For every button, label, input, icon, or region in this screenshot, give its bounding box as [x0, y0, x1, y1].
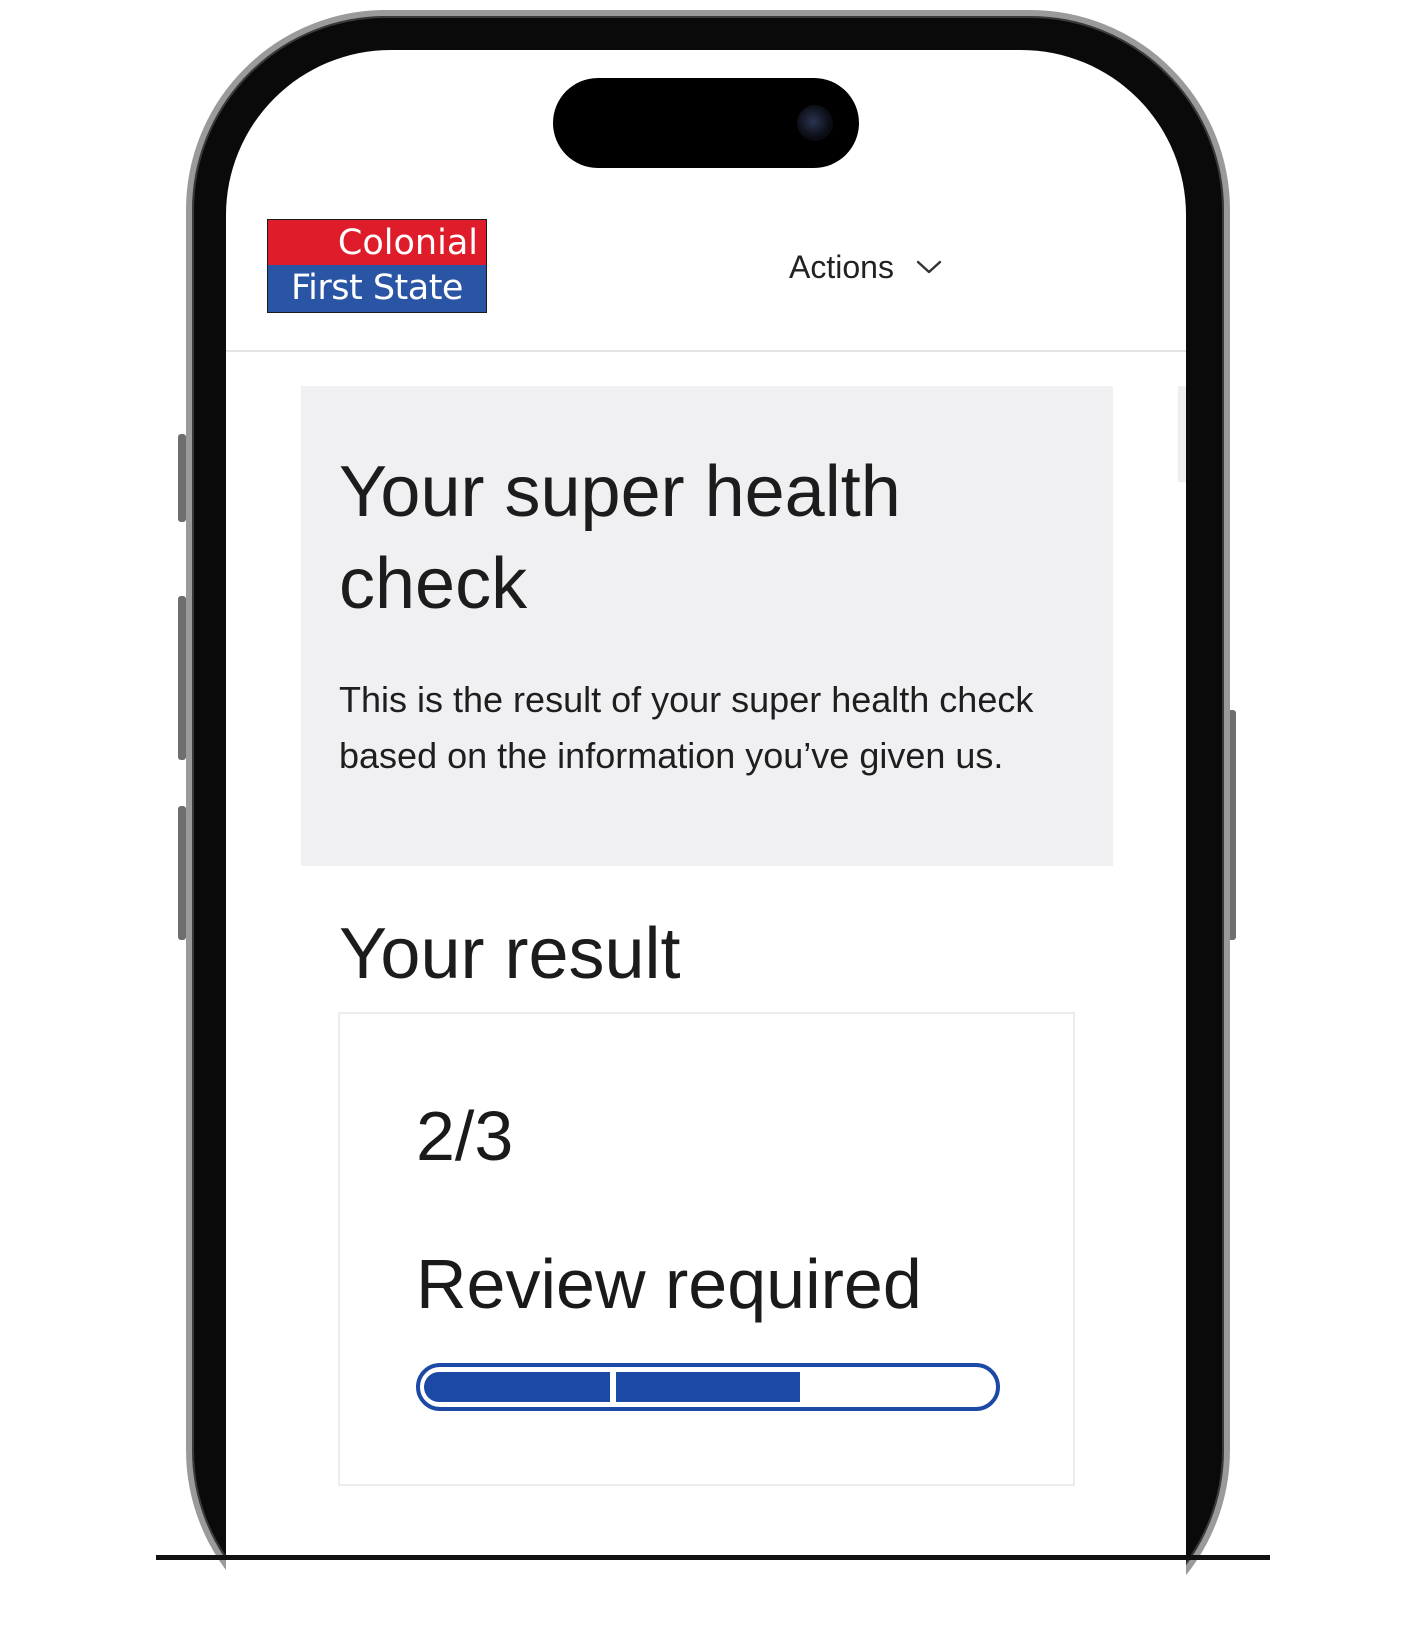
phone-volume-down-button: [178, 806, 186, 940]
phone-volume-up-button: [178, 596, 186, 760]
progress-track: [424, 1372, 992, 1402]
progress-segment: [616, 1372, 800, 1402]
result-status: Review required: [416, 1245, 922, 1323]
logo-line-1: Colonial: [268, 220, 486, 265]
page-title: Your super health check: [339, 452, 901, 624]
actions-menu-button[interactable]: Actions: [789, 242, 942, 292]
result-heading: Your result: [339, 914, 681, 994]
chevron-down-icon: [916, 260, 942, 274]
brand-logo[interactable]: Colonial First State: [267, 219, 487, 313]
phone-action-button: [178, 434, 186, 522]
actions-label: Actions: [789, 248, 894, 285]
logo-line-2: First State: [268, 265, 486, 312]
progress-bar: [416, 1363, 1000, 1411]
result-card: 2/3 Review required: [338, 1012, 1075, 1486]
progress-segment: [424, 1372, 611, 1402]
scrollbar[interactable]: [1178, 386, 1186, 482]
phone-screen: Colonial First State Actions Your super …: [226, 50, 1186, 1650]
hero-banner: Your super health check This is the resu…: [301, 386, 1113, 866]
dynamic-island: [553, 78, 859, 168]
result-score: 2/3: [416, 1097, 514, 1175]
page-description: This is the result of your super health …: [339, 679, 1034, 776]
camera-icon: [797, 105, 833, 141]
bottom-edge: [156, 1555, 1270, 1560]
